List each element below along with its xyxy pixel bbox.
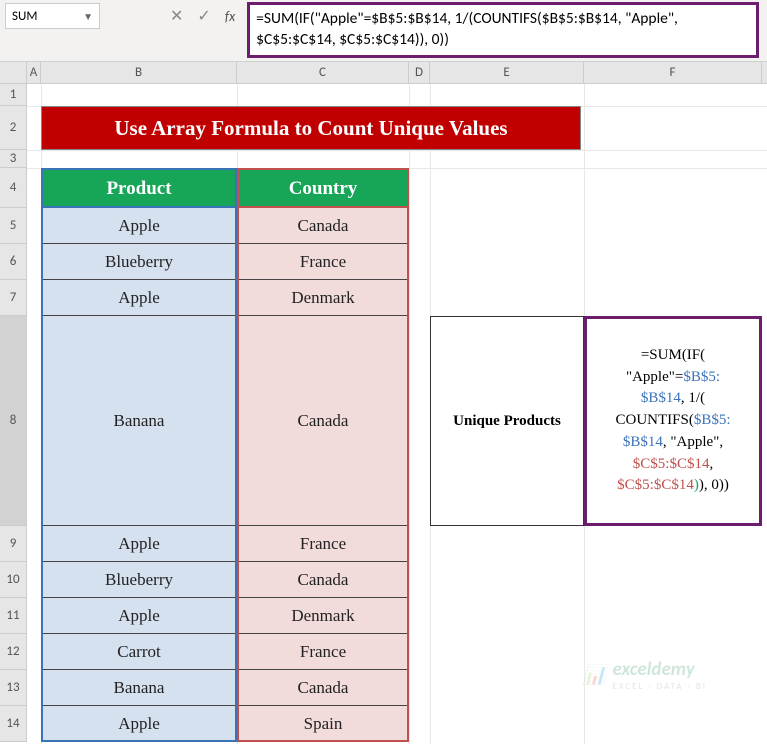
column-headers: A B C D E F [0, 62, 767, 84]
country-header-selection [237, 168, 409, 208]
fx-icon[interactable]: fx [225, 8, 235, 25]
row-headers: 1 2 3 4 5 6 7 8 9 10 11 12 13 14 [0, 84, 27, 742]
watermark-brand: exceldemy [613, 658, 707, 681]
col-header[interactable]: B [41, 62, 237, 83]
page-title-text: Use Array Formula to Count Unique Values [114, 116, 507, 141]
row-header[interactable]: 10 [0, 562, 27, 598]
chevron-down-icon[interactable]: ▼ [83, 10, 93, 23]
row-header[interactable]: 3 [0, 150, 27, 168]
formula-display-cell[interactable]: =SUM(IF( "Apple"=$B$5: $B$14, 1/( COUNTI… [584, 316, 762, 526]
country-range-selection [237, 208, 409, 742]
sheet-cells[interactable]: Use Array Formula to Count Unique Values… [27, 84, 767, 742]
formula-bar[interactable]: =SUM(IF("Apple"=$B$5:$B$14, 1/(COUNTIFS(… [256, 9, 750, 51]
row-header[interactable]: 5 [0, 208, 27, 244]
col-header[interactable]: A [27, 62, 41, 83]
col-header[interactable]: D [409, 62, 430, 83]
product-header-selection [41, 168, 237, 208]
row-header[interactable]: 11 [0, 598, 27, 634]
formula-display: =SUM(IF( "Apple"=$B$5: $B$14, 1/( COUNTI… [615, 345, 730, 497]
row-header[interactable]: 7 [0, 280, 27, 316]
formula-strip: SUM ▼ ✕ ✓ fx =SUM(IF("Apple"=$B$5:$B$14,… [0, 0, 767, 62]
gridline [27, 150, 767, 151]
row-header[interactable]: 2 [0, 106, 27, 150]
page-title: Use Array Formula to Count Unique Values [41, 106, 581, 150]
row-header[interactable]: 9 [0, 526, 27, 562]
col-header[interactable]: F [584, 62, 762, 83]
unique-products-label: Unique Products [453, 413, 561, 430]
row-header[interactable]: 14 [0, 706, 27, 742]
row-header[interactable]: 1 [0, 84, 27, 106]
row-header[interactable]: 6 [0, 244, 27, 280]
gridline [409, 84, 410, 744]
name-box[interactable]: SUM ▼ [5, 3, 100, 29]
col-header[interactable]: E [430, 62, 584, 83]
chart-icon: 📊 [583, 663, 607, 687]
formula-controls: ✕ ✓ fx [170, 6, 235, 26]
cancel-icon[interactable]: ✕ [170, 6, 183, 26]
spreadsheet-grid: A B C D E F 1 2 3 4 5 6 7 8 9 10 11 12 1… [0, 62, 767, 742]
accept-icon[interactable]: ✓ [197, 6, 210, 26]
row-header[interactable]: 8 [0, 316, 27, 526]
formula-bar-highlight: =SUM(IF("Apple"=$B$5:$B$14, 1/(COUNTIFS(… [247, 2, 759, 58]
name-box-value: SUM [12, 9, 37, 24]
select-all-corner[interactable] [0, 62, 27, 83]
watermark: 📊 exceldemy EXCEL · DATA · BI [583, 658, 707, 692]
unique-products-label-cell[interactable]: Unique Products [430, 316, 584, 526]
row-header[interactable]: 4 [0, 168, 27, 208]
col-header[interactable]: C [237, 62, 409, 83]
product-range-selection [41, 208, 237, 742]
row-header[interactable]: 12 [0, 634, 27, 670]
watermark-tag: EXCEL · DATA · BI [613, 681, 707, 692]
row-header[interactable]: 13 [0, 670, 27, 706]
